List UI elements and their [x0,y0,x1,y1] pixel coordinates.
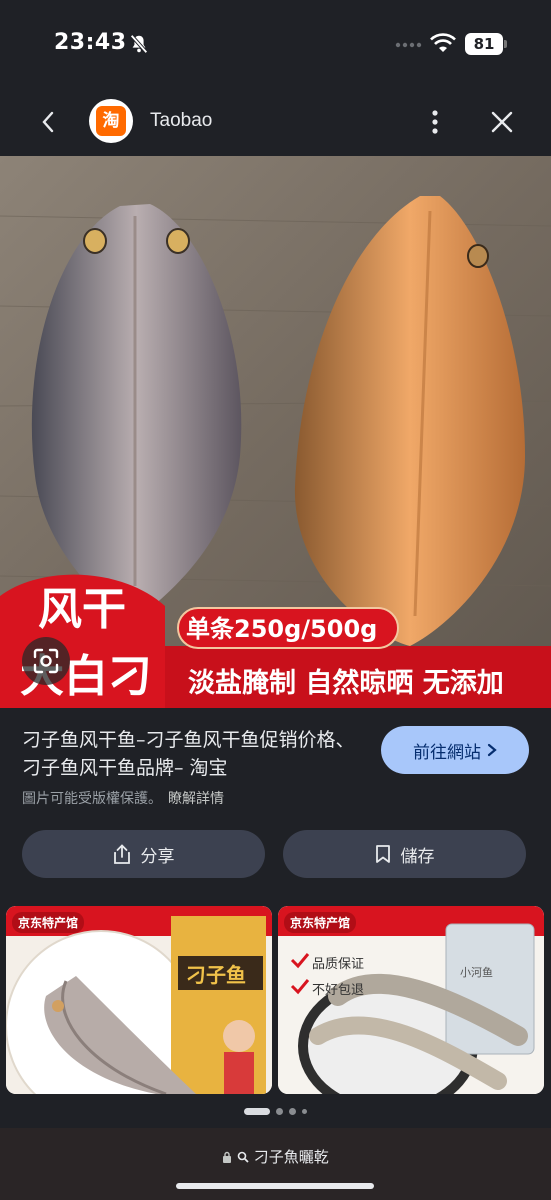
save-button[interactable]: 儲存 [283,830,526,878]
product-image-art: 风干 大白刁 单条250g/500g 淡盐腌制 自然晾晒 无添加 [0,156,551,708]
address-bar[interactable]: 刁子魚曬乾 [0,1128,551,1200]
copyright-notice: 圖片可能受版權保護。 瞭解詳情 [22,788,224,808]
page-indicator [0,1094,551,1128]
related-image-art: 小河鱼 品质保证 不好包退 [278,906,544,1094]
battery-icon: 81 [465,33,507,55]
more-vert-icon [432,110,438,134]
taobao-logo-icon: 淘 [96,106,126,136]
product-image[interactable]: 风干 大白刁 单条250g/500g 淡盐腌制 自然晾晒 无添加 [0,156,551,708]
lens-icon [33,648,59,674]
status-time: 23:43 [54,30,127,55]
signal-icon [395,42,422,48]
visit-site-button[interactable]: 前往網站 [381,726,529,774]
related-image-card[interactable]: 小河鱼 品质保证 不好包退 京东特产馆 [278,906,544,1094]
home-indicator[interactable] [176,1183,374,1189]
wifi-icon [430,33,456,52]
image-info-panel: 刁子鱼风干鱼–刁子鱼风干鱼促销价格、刁子鱼风干鱼品牌– 淘宝 前往網站 圖片可能… [0,708,551,908]
page-dot [302,1108,307,1114]
visit-site-label: 前往網站 [413,742,481,763]
more-options-button[interactable] [420,104,450,140]
lock-icon [223,1151,232,1163]
page-dot [289,1107,296,1115]
page-dot [276,1107,283,1115]
bell-off-icon [130,34,148,54]
site-logo: 淘 [89,99,133,143]
related-image-card[interactable]: 刁子鱼 京东特产馆 [6,906,272,1094]
site-name: Taobao [150,110,213,131]
learn-more-link[interactable]: 瞭解詳情 [168,791,224,807]
url-text: 刁子魚曬乾 [253,1148,329,1166]
share-label: 分享 [140,846,175,867]
status-bar: 23:43 81 [0,0,551,88]
chevron-right-icon [487,743,497,757]
store-tag: 京东特产馆 [284,912,357,933]
lens-search-button[interactable] [22,637,70,685]
related-images: 刁子鱼 京东特产馆 小河鱼 品质保证 不好包退 京东特产馆 [0,906,551,1094]
page-dot-active [244,1107,270,1115]
back-button[interactable] [30,104,66,140]
badge-quality: 品质保证 [312,957,364,972]
viewer-header: 淘 Taobao [0,88,551,156]
url-display[interactable]: 刁子魚曬乾 [0,1146,551,1167]
share-button[interactable]: 分享 [22,830,265,878]
label-weight: 单条250g/500g [186,615,377,643]
product-text: 刁子鱼 [186,963,246,987]
save-label: 儲存 [400,846,435,867]
page-title[interactable]: 刁子鱼风干鱼–刁子鱼风干鱼促销价格、刁子鱼风干鱼品牌– 淘宝 [22,726,362,782]
store-tag: 京东特产馆 [12,912,85,933]
chevron-left-icon [42,111,54,133]
close-button[interactable] [484,104,520,140]
bookmark-icon [375,845,390,863]
close-icon [491,111,513,133]
search-icon [237,1151,249,1163]
share-icon [113,844,130,864]
related-image-art: 刁子鱼 [6,906,272,1094]
label-big-1: 风干 [38,584,126,635]
product-text: 小河鱼 [460,965,493,979]
copyright-text: 圖片可能受版權保護。 [22,791,162,807]
label-features: 淡盐腌制 自然晾晒 无添加 [188,667,504,699]
badge-refund: 不好包退 [312,983,364,998]
